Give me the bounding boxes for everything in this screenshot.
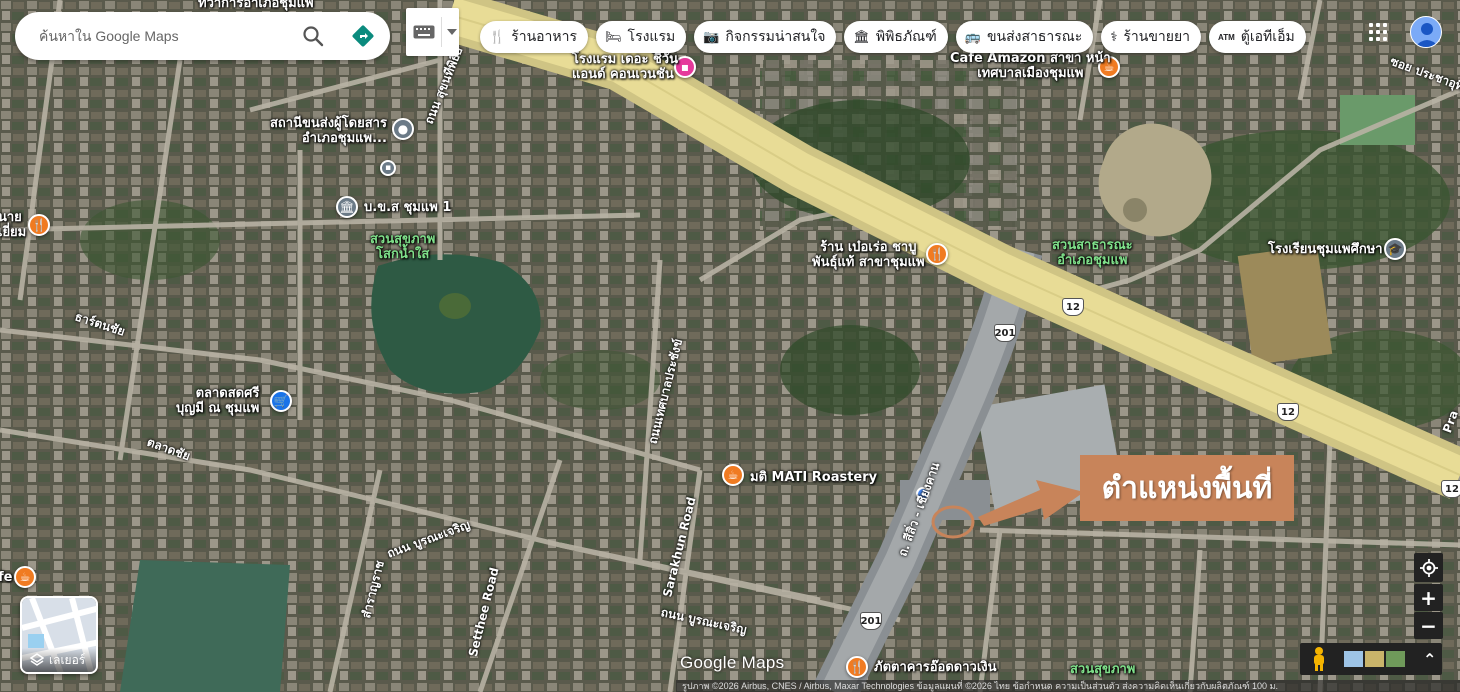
chip-pharmacies[interactable]: ⚕ ร้านขายยา	[1101, 21, 1202, 53]
zoom-out-button[interactable]: −	[1414, 612, 1443, 639]
google-maps-logo: Google Maps	[680, 653, 785, 672]
my-location-button[interactable]	[1414, 553, 1443, 582]
route-shield-201: 201	[994, 324, 1016, 342]
chip-label: ร้านอาหาร	[511, 28, 578, 44]
layers-button[interactable]: เลเยอร์	[20, 596, 98, 674]
place-label-restaurant-bottom[interactable]: ภัตตาคารอ๊อดดาวเงิน	[874, 660, 997, 675]
shop-pin[interactable]: 🛒	[270, 390, 292, 412]
search-icon[interactable]	[301, 24, 325, 48]
route-shield-12: 12	[1062, 298, 1084, 316]
chip-museums[interactable]: 🏛 พิพิธภัณฑ์	[844, 21, 948, 53]
chip-label: โรงแรม	[627, 28, 676, 44]
route-shield-201: 201	[860, 612, 882, 630]
layers-label-row: เลเยอร์	[22, 648, 96, 672]
attribution-bar[interactable]: รูปภาพ ©2026 Airbus, CNES / Airbus, Maxa…	[676, 680, 1460, 692]
bus-icon: 🚌	[964, 29, 981, 44]
atm-icon: ATM	[1218, 32, 1235, 42]
annotation-text: ตำแหน่งพื้นที่	[1101, 470, 1273, 506]
layers-label: เลเยอร์	[49, 652, 86, 667]
apps-grid-icon[interactable]	[1369, 23, 1387, 41]
chip-label: ร้านขายยา	[1123, 28, 1191, 44]
imagery-thumb[interactable]	[1344, 651, 1363, 667]
place-label-market[interactable]: ตลาดสดศรี บุญมี ณ ชุมแพ	[176, 386, 259, 416]
route-shield-12: 12	[1277, 403, 1299, 421]
imagery-thumb[interactable]	[1365, 651, 1384, 667]
place-label-hotel[interactable]: โรงแรม เดอะ ชีวัน แอนด์ คอนเวนชัน	[572, 52, 678, 82]
place-label-health-park-bottom[interactable]: สวนสุขภาพ	[1070, 662, 1135, 677]
category-chips: 🍴 ร้านอาหาร 🛏 โรงแรม 📷 กิจกรรมน่าสนใจ 🏛 …	[480, 21, 1306, 53]
search-input[interactable]	[39, 28, 289, 44]
place-label-public-park[interactable]: สวนสาธารณะ อำเภอชุมแพ	[1052, 238, 1133, 268]
chip-things-to-do[interactable]: 📷 กิจกรรมน่าสนใจ	[694, 21, 837, 53]
place-label-bus-station[interactable]: สถานีขนส่งผู้โดยสาร อำเภอชุมแพ...	[270, 116, 387, 146]
chevron-down-icon[interactable]	[447, 29, 457, 35]
chip-label: ขนส่งสาธารณะ	[986, 28, 1083, 44]
place-label-left-cut-2[interactable]: fe	[0, 570, 12, 585]
restaurant-pin[interactable]: 🍴	[846, 656, 868, 678]
input-tools-button[interactable]	[406, 8, 459, 56]
place-label-left-cut-1[interactable]: นาย เยี่ยม	[0, 210, 26, 240]
place-label-school[interactable]: โรงเรียนชุมแพศึกษา	[1268, 242, 1383, 257]
chip-label: ตู้เอทีเอ็ม	[1240, 28, 1295, 44]
layers-icon	[30, 653, 44, 666]
hotel-icon: 🛏	[605, 29, 622, 44]
school-pin[interactable]: 🎓	[1384, 238, 1406, 260]
pharmacy-icon: ⚕	[1110, 29, 1118, 44]
bus-icon: ▪	[380, 160, 396, 176]
route-shield-12: 12	[1441, 480, 1460, 498]
imagery-thumbnails[interactable]	[1344, 651, 1405, 667]
chip-label: กิจกรรมน่าสนใจ	[725, 28, 826, 44]
chip-restaurants[interactable]: 🍴 ร้านอาหาร	[480, 21, 589, 53]
restaurant-pin[interactable]: 🍴	[28, 214, 50, 236]
chip-transit[interactable]: 🚌 ขนส่งสาธารณะ	[955, 21, 1094, 53]
museum-icon: 🏛	[853, 29, 870, 44]
bottom-right-panel: ⌃	[1300, 643, 1442, 675]
bus-station-pin[interactable]: ●	[392, 118, 414, 140]
keyboard-icon	[413, 25, 435, 39]
place-label-post-office[interactable]: บ.ข.ส ชุมแพ 1	[364, 200, 451, 215]
pegman-icon[interactable]	[1308, 646, 1330, 672]
place-label-park-lake[interactable]: สวนสุขภาพ โสกน้ำใส	[370, 232, 435, 262]
chip-label: พิพิธภัณฑ์	[875, 28, 937, 44]
restaurant-icon: 🍴	[489, 29, 506, 44]
avatar[interactable]	[1410, 16, 1442, 48]
restaurant-pin[interactable]: 🍴	[926, 243, 948, 265]
expand-icon[interactable]: ⌃	[1423, 650, 1436, 669]
zoom-in-button[interactable]: +	[1414, 584, 1443, 611]
place-label-district-office[interactable]: ที่ว่าการอำเภอชุมแพ	[198, 0, 314, 11]
annotation-box: ตำแหน่งพื้นที่	[1080, 455, 1294, 521]
search-box[interactable]	[15, 12, 390, 60]
place-label-beer-shop[interactable]: ร้าน เบ๋อเร่อ ชาบู พันธุ์แท้ สาขาชุมแพ	[812, 240, 925, 270]
imagery-thumb[interactable]	[1386, 651, 1405, 667]
directions-icon[interactable]	[351, 24, 375, 48]
chip-hotels[interactable]: 🛏 โรงแรม	[596, 21, 687, 53]
chip-atms[interactable]: ATM ตู้เอทีเอ็ม	[1209, 21, 1306, 53]
post-office-pin[interactable]: 🏛	[336, 196, 358, 218]
camera-icon: 📷	[703, 29, 720, 44]
place-label-roastery[interactable]: มติ MATI Roastery	[750, 470, 877, 485]
cafe-pin[interactable]: ☕	[722, 464, 744, 486]
satellite-map[interactable]	[0, 0, 1460, 692]
place-label-cafe-amazon[interactable]: Cafe Amazon สาขา หน้า เทศบาลเมืองชุมแพ	[950, 51, 1111, 81]
cafe-pin[interactable]: ☕	[14, 566, 36, 588]
my-location-icon	[1419, 558, 1438, 577]
